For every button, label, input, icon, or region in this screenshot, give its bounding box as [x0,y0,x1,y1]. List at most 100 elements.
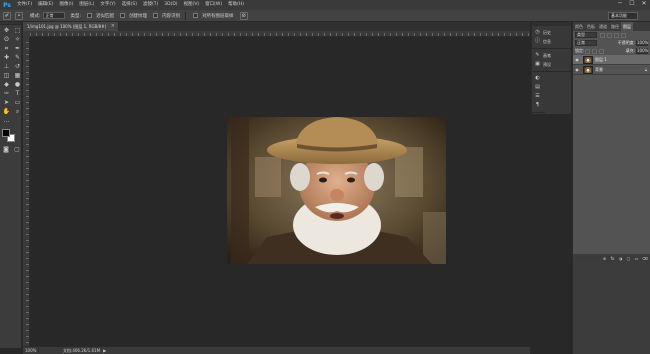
menu-help[interactable]: 帮助(H) [225,0,247,10]
type-tool-icon[interactable]: T [13,90,22,98]
brush-icon: ✎ [535,52,540,58]
layer-style-icon[interactable]: fx [610,256,615,261]
opacity-input[interactable]: 100% [636,40,648,46]
lock-pixels-icon[interactable] [585,48,591,54]
history-brush-tool-icon[interactable]: ↺ [13,63,22,71]
blend-mode-select[interactable]: 正常 [575,40,597,46]
filter-shape-icon[interactable] [621,32,626,38]
tools-panel: ✥ ⬚ ʘ ✧ ⌗ ✒ ✚ ✎ ⊥ ↺ ◫ ▦ ◆ ● ✑ T ➤ ▭ ✋ ⌕ … [0,22,22,348]
collapsed-panel-dock: ◷ 历史 ⓘ 信息 ✎ 画笔 ▣ 预设 ◐ ▤ ☰ ¶ [531,22,571,114]
maximize-icon[interactable]: ☐ [629,1,635,7]
layer-mask-icon[interactable]: ▢ [626,256,631,261]
filter-adjust-icon[interactable] [607,32,612,38]
quick-mask-icon[interactable]: ◙ [2,146,10,154]
sample-all-layers-label: 对所有图层取样 [202,13,234,19]
delete-layer-icon[interactable]: ⌫ [642,256,648,261]
new-layer-icon[interactable]: ▭ [634,256,639,261]
menu-view[interactable]: 视图(V) [181,0,203,10]
crop-tool-icon[interactable]: ⌗ [2,45,11,53]
menu-3d[interactable]: 3D(D) [161,0,180,10]
dock-item-brush-presets[interactable]: ▣ 预设 [532,60,571,69]
brush-preset-icon: ▣ [535,61,540,67]
menu-window[interactable]: 窗口(W) [202,0,225,10]
layers-panel-tabs: 颜色 色板 通道 路径 图层 [573,22,650,31]
extra-tools-icon[interactable]: … [2,117,11,125]
layer-name[interactable]: 图层 1 [595,57,607,63]
pen-tool-icon[interactable]: ✑ [2,90,11,98]
dock-item-styles[interactable]: ▤ [532,83,545,92]
menu-select[interactable]: 选择(S) [119,0,140,10]
create-texture-radio[interactable] [120,13,126,18]
status-menu-icon[interactable]: ▶ [103,348,106,353]
quick-select-tool-icon[interactable]: ✧ [13,36,22,44]
eye-icon[interactable]: ◉ [573,67,581,72]
pressure-icon[interactable]: ⊘ [239,11,248,20]
dock-item-character[interactable]: ☰ [532,92,545,101]
tab-swatches[interactable]: 色板 [585,22,597,31]
hand-tool-icon[interactable]: ✋ [2,108,11,116]
menu-filter[interactable]: 滤镜(T) [140,0,161,10]
layer-row[interactable]: ◉ 图层 1 [573,55,650,65]
menu-type[interactable]: 文字(Y) [97,0,118,10]
lasso-tool-icon[interactable]: ʘ [2,36,11,44]
adjustment-layer-icon[interactable]: ◑ [618,256,623,261]
sample-all-layers-checkbox[interactable] [193,13,199,18]
path-select-tool-icon[interactable]: ➤ [2,99,11,107]
close-icon[interactable]: ✕ [641,1,647,7]
lock-position-icon[interactable] [592,48,598,54]
menu-file[interactable]: 文件(F) [14,0,35,10]
dock-label: 信息 [543,38,551,44]
tab-layers[interactable]: 图层 [621,22,633,31]
close-tab-icon[interactable]: × [111,22,115,31]
spot-healing-brush-icon[interactable]: ✐ [3,11,11,20]
proximity-match-radio[interactable] [87,13,93,18]
zoom-tool-icon[interactable]: ⌕ [13,108,22,116]
move-tool-icon[interactable]: ✥ [2,27,11,35]
mode-select[interactable]: 正常 [42,12,65,19]
document-tab[interactable]: 1/img101.jpg @ 100% (图层 1, RGB/8#) × [23,22,119,31]
filter-type-icon[interactable] [614,32,619,38]
blur-tool-icon[interactable]: ◆ [2,81,11,89]
content-aware-radio[interactable] [153,13,159,18]
foreground-color-swatch[interactable] [2,129,10,137]
screen-mode-icon[interactable]: ▢ [13,146,21,154]
dock-item-brush[interactable]: ✎ 画笔 [532,51,571,60]
workspace-select[interactable]: 基本功能 [608,12,638,20]
menu-image[interactable]: 图像(I) [56,0,76,10]
zoom-level[interactable]: 100% [23,348,39,353]
filter-pixel-icon[interactable] [600,32,605,38]
clone-stamp-tool-icon[interactable]: ⊥ [2,63,11,71]
dock-item-info[interactable]: ⓘ 信息 [532,37,571,46]
link-layers-icon[interactable]: ⊕ [602,256,607,261]
brush-size-icon[interactable]: • [15,11,23,20]
marquee-tool-icon[interactable]: ⬚ [13,27,22,35]
shape-tool-icon[interactable]: ▭ [13,99,22,107]
layer-name[interactable]: 背景 [595,67,603,73]
tools-grid: ✥ ⬚ ʘ ✧ ⌗ ✒ ✚ ✎ ⊥ ↺ ◫ ▦ ◆ ● ✑ T ➤ ▭ ✋ ⌕ … [0,25,21,125]
dock-item-adjustments[interactable]: ◐ [532,74,545,83]
horizontal-ruler[interactable] [30,31,530,37]
dodge-tool-icon[interactable]: ● [13,81,22,89]
canvas-area[interactable] [31,38,530,344]
layer-row[interactable]: ◉ 背景 🔒︎ [573,65,650,75]
eye-icon[interactable]: ◉ [573,57,581,62]
document-image[interactable] [227,117,446,264]
fill-input[interactable]: 100% [636,48,648,54]
brush-tool-icon[interactable]: ✎ [13,54,22,62]
tab-paths[interactable]: 路径 [609,22,621,31]
tab-channels[interactable]: 通道 [597,22,609,31]
tab-color[interactable]: 颜色 [573,22,585,31]
dock-item-history[interactable]: ◷ 历史 [532,28,571,37]
minimize-icon[interactable]: ─ [617,1,623,7]
eraser-tool-icon[interactable]: ◫ [2,72,11,80]
status-bar: 100% 文档:406.2K/1.61M ▶ [23,346,530,354]
menu-layer[interactable]: 图层(L) [76,0,97,10]
lock-all-icon[interactable] [599,48,605,54]
dock-item-paragraph[interactable]: ¶ [532,101,545,110]
eyedropper-tool-icon[interactable]: ✒ [13,45,22,53]
vertical-ruler[interactable] [23,37,30,348]
layer-kind-select[interactable]: 类型 [575,32,597,38]
healing-brush-tool-icon[interactable]: ✚ [2,54,11,62]
gradient-tool-icon[interactable]: ▦ [13,72,22,80]
menu-edit[interactable]: 编辑(E) [35,0,56,10]
